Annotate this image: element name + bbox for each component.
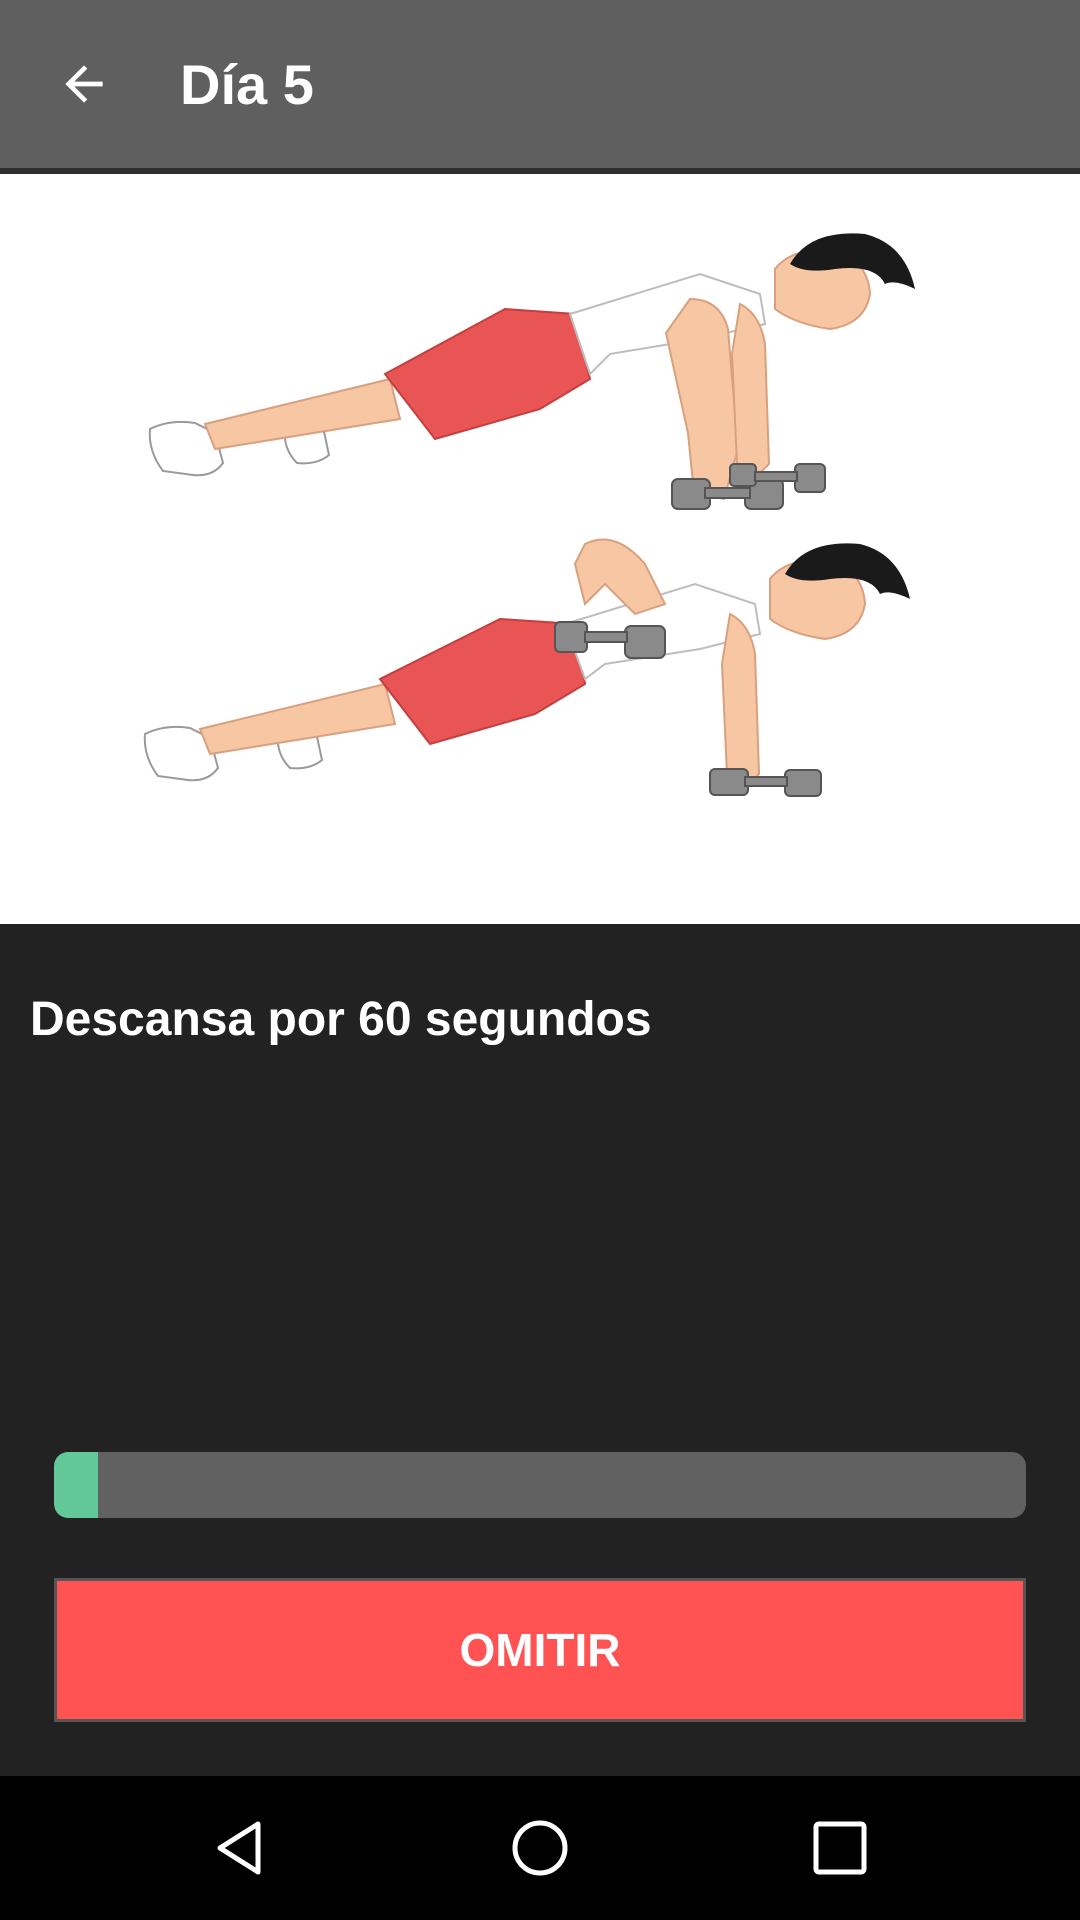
- figure-top: [148, 233, 915, 510]
- progress-fill: [54, 1452, 98, 1518]
- nav-recents-icon: [813, 1821, 867, 1875]
- nav-back-button[interactable]: [190, 1798, 290, 1898]
- nav-recents-button[interactable]: [790, 1798, 890, 1898]
- skip-button[interactable]: OMITIR: [54, 1578, 1026, 1722]
- back-button[interactable]: [36, 36, 132, 132]
- system-nav-bar: [0, 1776, 1080, 1920]
- nav-home-button[interactable]: [490, 1798, 590, 1898]
- app-bar: Día 5: [0, 0, 1080, 168]
- rest-progress-bar: [54, 1452, 1026, 1518]
- exercise-image: [143, 233, 915, 797]
- figure-bottom: [143, 538, 910, 797]
- nav-home-icon: [512, 1820, 568, 1876]
- rest-message: Descansa por 60 segundos: [30, 993, 652, 1046]
- arrow-back-icon: [65, 65, 103, 103]
- exercise-illustration: [0, 174, 1080, 924]
- page-title: Día 5: [180, 53, 314, 116]
- nav-back-icon: [217, 1821, 261, 1875]
